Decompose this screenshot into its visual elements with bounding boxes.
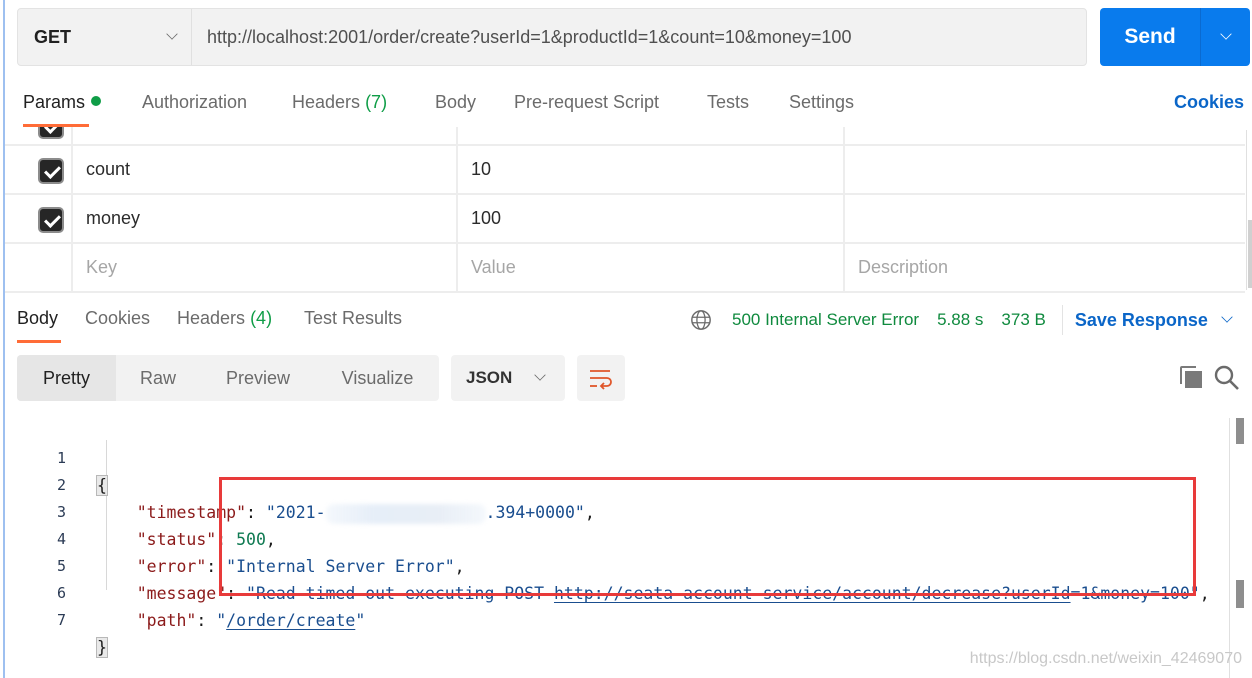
format-tabs: Pretty Raw Preview Visualize bbox=[17, 355, 439, 401]
tab-response-body[interactable]: Body bbox=[17, 308, 58, 329]
format-pretty[interactable]: Pretty bbox=[17, 355, 116, 401]
tab-authorization[interactable]: Authorization bbox=[142, 92, 247, 113]
status-code[interactable]: 500 Internal Server Error bbox=[732, 310, 919, 330]
tab-test-results[interactable]: Test Results bbox=[304, 308, 402, 329]
description-input[interactable]: Description bbox=[845, 244, 1245, 291]
row-checkbox[interactable] bbox=[38, 207, 64, 233]
request-bar: GET http://localhost:2001/order/create?u… bbox=[17, 8, 1087, 66]
path-link[interactable]: /order/create bbox=[226, 611, 355, 630]
tab-label: Headers bbox=[292, 92, 361, 112]
tab-body[interactable]: Body bbox=[435, 92, 476, 113]
param-key[interactable]: count bbox=[73, 146, 458, 193]
params-scrollbar[interactable] bbox=[1246, 130, 1252, 290]
code-scrollbar[interactable] bbox=[1229, 418, 1251, 678]
params-table: count 10 money 100 Key Value Description bbox=[5, 127, 1245, 293]
response-size[interactable]: 373 B bbox=[1001, 310, 1045, 330]
param-value[interactable]: 10 bbox=[458, 146, 845, 193]
chevron-down-icon bbox=[1219, 28, 1232, 40]
save-response-button[interactable]: Save Response bbox=[1074, 309, 1233, 331]
tab-label: Params bbox=[23, 92, 86, 112]
param-value[interactable]: 100 bbox=[458, 195, 845, 242]
annotation-highlight-box bbox=[219, 477, 1196, 596]
send-options-button[interactable] bbox=[1201, 8, 1250, 66]
method-label: GET bbox=[34, 26, 72, 47]
globe-icon[interactable] bbox=[690, 309, 712, 331]
table-row bbox=[5, 127, 1245, 146]
wrap-lines-button[interactable] bbox=[577, 355, 625, 401]
scrollbar-thumb[interactable] bbox=[1248, 220, 1252, 288]
tab-settings[interactable]: Settings bbox=[789, 92, 854, 113]
chevron-down-icon bbox=[534, 369, 546, 381]
code-line: 2 "timestamp": "2021- .394+0000", bbox=[0, 445, 1230, 524]
param-key[interactable]: money bbox=[73, 195, 458, 242]
line-number: 7 bbox=[56, 611, 66, 629]
format-preview[interactable]: Preview bbox=[200, 355, 316, 401]
save-response-label: Save Response bbox=[1074, 309, 1208, 330]
tab-response-headers[interactable]: Headers (4) bbox=[177, 308, 272, 329]
send-button-group: Send bbox=[1100, 8, 1250, 66]
send-button[interactable]: Send bbox=[1100, 8, 1201, 66]
url-input[interactable]: http://localhost:2001/order/create?userI… bbox=[192, 9, 1086, 65]
language-label: JSON bbox=[466, 368, 513, 387]
row-checkbox[interactable] bbox=[38, 127, 64, 139]
scrollbar-marker bbox=[1236, 580, 1244, 608]
search-icon[interactable] bbox=[1213, 364, 1241, 392]
code-line: 1 { bbox=[0, 418, 1230, 496]
cookies-link[interactable]: Cookies bbox=[1174, 92, 1244, 113]
divider bbox=[1061, 305, 1063, 335]
request-tabs: Params Authorization Headers (7) Body Pr… bbox=[0, 88, 1252, 120]
headers-count: (4) bbox=[250, 308, 273, 328]
scrollbar-marker bbox=[1236, 418, 1244, 444]
table-row: money 100 bbox=[5, 195, 1245, 244]
copy-icon[interactable] bbox=[1178, 364, 1204, 390]
close-brace: } bbox=[96, 637, 108, 658]
tab-label: Headers bbox=[177, 308, 246, 328]
param-description[interactable] bbox=[845, 146, 1245, 193]
tab-pre-request-script[interactable]: Pre-request Script bbox=[514, 92, 659, 113]
tab-response-cookies[interactable]: Cookies bbox=[85, 308, 150, 329]
json-key: "path" bbox=[136, 611, 197, 630]
table-row-new: Key Value Description bbox=[5, 244, 1245, 293]
chevron-down-icon bbox=[166, 28, 178, 40]
tab-params[interactable]: Params bbox=[23, 92, 102, 113]
language-select[interactable]: JSON bbox=[451, 355, 565, 401]
active-tab-indicator bbox=[17, 340, 61, 343]
param-description[interactable] bbox=[845, 195, 1245, 242]
wrap-lines-icon bbox=[590, 370, 612, 390]
key-input[interactable]: Key bbox=[73, 244, 458, 291]
value-input[interactable]: Value bbox=[458, 244, 845, 291]
format-visualize[interactable]: Visualize bbox=[316, 355, 439, 401]
row-checkbox[interactable] bbox=[38, 158, 64, 184]
tab-tests[interactable]: Tests bbox=[707, 92, 749, 113]
headers-count: (7) bbox=[365, 92, 388, 112]
tab-headers[interactable]: Headers (7) bbox=[292, 92, 387, 113]
params-active-dot bbox=[91, 96, 102, 106]
watermark: https://blog.csdn.net/weixin_42469070 bbox=[969, 650, 1242, 667]
method-select[interactable]: GET bbox=[18, 9, 192, 65]
response-meta: 500 Internal Server Error 5.88 s 373 B S… bbox=[690, 305, 1233, 335]
format-raw[interactable]: Raw bbox=[116, 355, 200, 401]
table-row: count 10 bbox=[5, 146, 1245, 195]
chevron-down-icon bbox=[1221, 311, 1233, 323]
response-time[interactable]: 5.88 s bbox=[937, 310, 983, 330]
